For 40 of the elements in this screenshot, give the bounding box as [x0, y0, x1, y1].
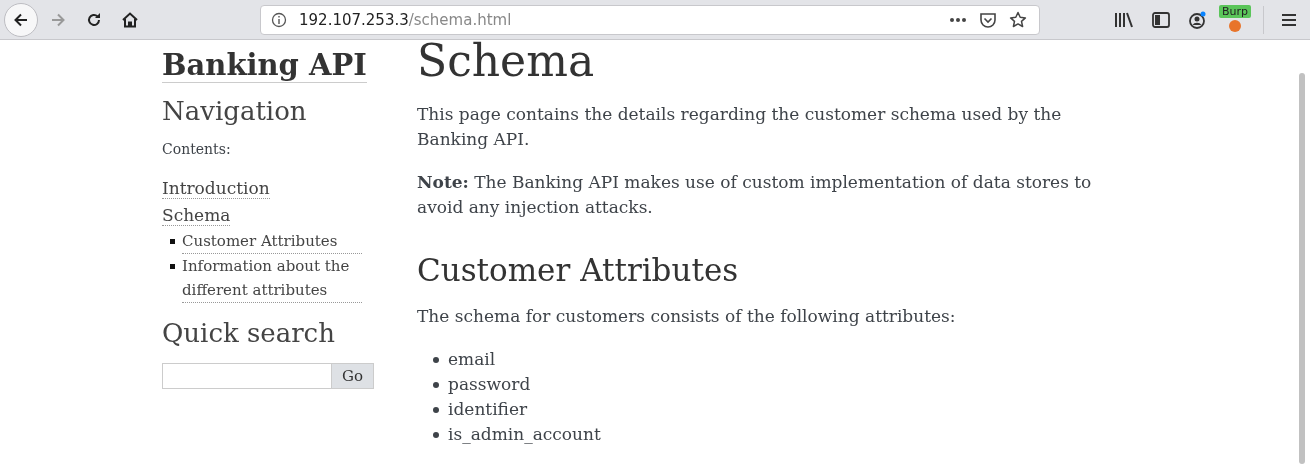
toc-link[interactable]: Information about the different attributes	[182, 254, 362, 303]
home-icon	[121, 10, 139, 29]
list-item: identifier	[448, 398, 528, 421]
scrollbar-thumb[interactable]	[1299, 73, 1305, 464]
toc-link[interactable]: Schema	[162, 205, 231, 226]
bullet-icon	[433, 406, 439, 413]
bookmark-star-icon[interactable]	[1009, 10, 1027, 29]
paragraph: This page contains the details regarding the customer schema used by the Banking API.	[417, 103, 1063, 151]
sidebar-heading: Navigation	[162, 95, 308, 127]
list-item: email	[448, 348, 496, 371]
bullet-icon	[170, 264, 175, 269]
toc-link[interactable]: Introduction	[162, 178, 270, 199]
address-bar[interactable]: 192.107.253.3/schema.html	[260, 4, 1040, 35]
library-icon[interactable]	[1114, 10, 1134, 29]
section-heading: Customer Attributes	[417, 252, 740, 288]
list-item: password	[448, 373, 531, 396]
extension-badge: Burp	[1219, 4, 1252, 18]
bullet-icon	[170, 239, 175, 244]
bullet-icon	[433, 431, 439, 438]
page-title: Schema	[417, 38, 596, 84]
info-icon	[271, 11, 287, 28]
account-icon[interactable]	[1188, 10, 1206, 29]
search-field[interactable]	[162, 363, 332, 389]
site-logo[interactable]: Banking API	[162, 48, 367, 83]
more-icon[interactable]	[949, 16, 967, 23]
bullet-icon	[433, 381, 439, 388]
paragraph: The schema for customers consists of the following attributes:	[417, 305, 957, 328]
sidebar-icon[interactable]	[1152, 11, 1170, 28]
toc-link[interactable]: Customer Attributes	[182, 229, 362, 254]
go-button[interactable]: Go	[332, 363, 374, 389]
pocket-icon[interactable]	[979, 10, 997, 29]
url-host: 192.107.253.3	[299, 10, 409, 29]
back-button[interactable]	[4, 2, 38, 37]
paragraph: Note: The Banking API makes use of custom implementation of data stores to avoid any injection attacks.	[417, 171, 1093, 219]
menu-icon[interactable]	[1281, 12, 1297, 27]
list-item: is_admin_account	[448, 423, 601, 446]
sidebar-heading: Quick search	[162, 317, 336, 349]
contents-caption: Contents:	[162, 141, 232, 157]
bullet-icon	[433, 356, 439, 363]
url-path: /schema.html	[408, 10, 512, 29]
